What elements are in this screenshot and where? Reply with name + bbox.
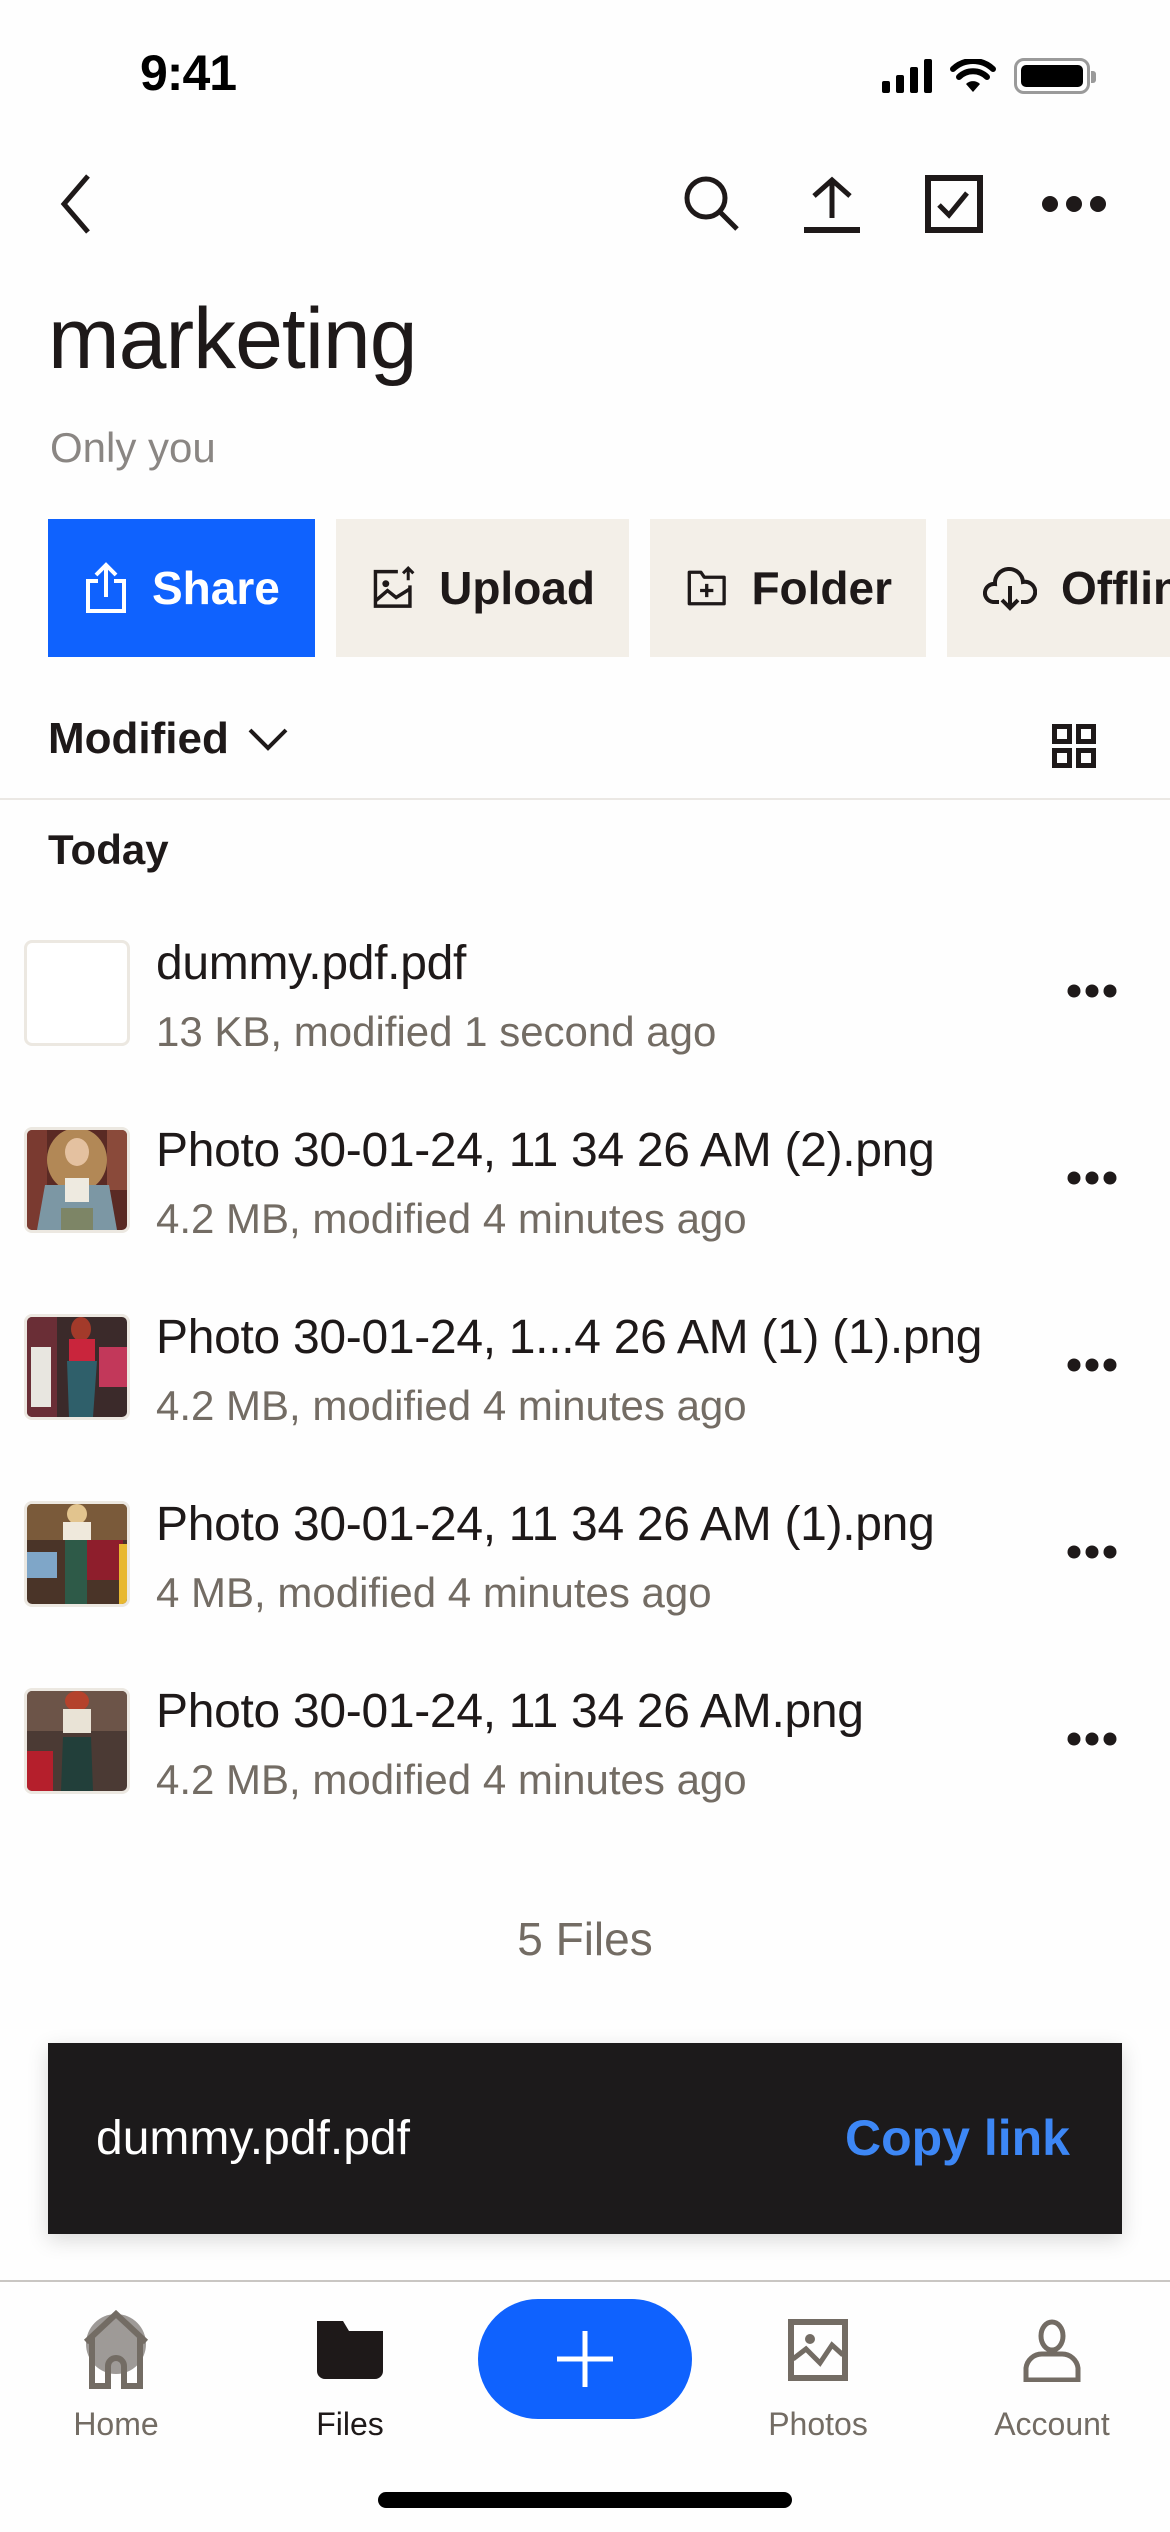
- copy-link-button[interactable]: Copy link: [845, 2109, 1070, 2167]
- photo-thumbnail: [24, 1127, 130, 1233]
- file-name: Photo 30-01-24, 11 34 26 AM (2).png: [156, 1124, 935, 1177]
- home-icon: [83, 2310, 149, 2389]
- account-icon: [1023, 2319, 1081, 2382]
- sharing-status: Only you: [50, 424, 216, 471]
- folder-title: marketing: [48, 291, 418, 387]
- file-meta: 4.2 MB, modified 4 minutes ago: [156, 1195, 747, 1242]
- image-upload-icon: [373, 566, 415, 608]
- header-toolbar: [0, 160, 1170, 250]
- status-bar: 9:41: [0, 0, 1170, 150]
- share-button[interactable]: Share: [48, 519, 315, 657]
- tab-label: Photos: [768, 2406, 868, 2442]
- photo-thumbnail: [24, 1501, 130, 1607]
- tab-account[interactable]: Account: [952, 2282, 1152, 2482]
- more-horizontal-icon: [1067, 1358, 1117, 1372]
- file-row[interactable]: Photo 30-01-24, 1...4 26 AM (1) (1).png …: [0, 1294, 1170, 1481]
- wifi-icon: [950, 59, 996, 92]
- photo-icon: [788, 2319, 848, 2381]
- checkbox-icon: [925, 175, 983, 233]
- grid-view-icon: [1052, 724, 1096, 768]
- status-icons: [882, 58, 1096, 94]
- file-more-button[interactable]: [1050, 1330, 1134, 1400]
- more-horizontal-icon: [1067, 1732, 1117, 1746]
- more-options-button[interactable]: [1034, 164, 1114, 244]
- tab-label: Home: [73, 2406, 159, 2442]
- file-list: dummy.pdf.pdf 13 KB, modified 1 second a…: [0, 920, 1170, 1855]
- share-icon: [86, 562, 126, 613]
- tab-label: Files: [316, 2406, 384, 2442]
- tab-files[interactable]: Files: [250, 2282, 450, 2482]
- file-count: 5 Files: [517, 1913, 653, 1965]
- file-more-button[interactable]: [1050, 1517, 1134, 1587]
- tab-photos[interactable]: Photos: [718, 2282, 918, 2482]
- chevron-down-icon: [248, 728, 288, 751]
- plus-icon: [557, 2331, 613, 2387]
- section-header-today: Today: [48, 826, 169, 873]
- file-row[interactable]: dummy.pdf.pdf 13 KB, modified 1 second a…: [0, 920, 1170, 1107]
- file-more-button[interactable]: [1050, 1704, 1134, 1774]
- more-horizontal-icon: [1067, 1545, 1117, 1559]
- tab-label: Account: [994, 2406, 1110, 2442]
- file-name: Photo 30-01-24, 1...4 26 AM (1) (1).png: [156, 1311, 983, 1364]
- snackbar-message: dummy.pdf.pdf: [96, 2112, 410, 2165]
- file-name: Photo 30-01-24, 11 34 26 AM (1).png: [156, 1498, 935, 1551]
- file-more-button[interactable]: [1050, 956, 1134, 1026]
- offline-button[interactable]: Offline: [947, 519, 1170, 657]
- file-more-button[interactable]: [1050, 1143, 1134, 1213]
- upload-label: Upload: [439, 562, 595, 614]
- search-icon: [684, 176, 739, 231]
- offline-label: Offline: [1061, 562, 1170, 614]
- photo-thumbnail: [24, 1314, 130, 1420]
- sort-dropdown[interactable]: Modified: [48, 714, 289, 764]
- folder-label: Folder: [751, 562, 892, 614]
- file-name: Photo 30-01-24, 11 34 26 AM.png: [156, 1685, 864, 1738]
- file-meta: 4.2 MB, modified 4 minutes ago: [156, 1756, 747, 1803]
- more-horizontal-icon: [1042, 196, 1106, 212]
- photo-thumbnail: [24, 1688, 130, 1794]
- chevron-left-icon: [60, 174, 90, 234]
- upload-photo-button[interactable]: Upload: [336, 519, 629, 657]
- home-indicator: [378, 2492, 792, 2508]
- cellular-signal-icon: [882, 59, 932, 93]
- file-name: dummy.pdf.pdf: [156, 937, 467, 990]
- sort-bar: Modified: [0, 700, 1170, 800]
- more-horizontal-icon: [1067, 984, 1117, 998]
- share-label: Share: [152, 562, 280, 614]
- upload-icon: [804, 176, 860, 233]
- folder-icon: [317, 2321, 383, 2379]
- battery-icon: [1014, 58, 1096, 94]
- cloud-download-icon: [983, 566, 1037, 611]
- file-row[interactable]: Photo 30-01-24, 11 34 26 AM (1).png 4 MB…: [0, 1481, 1170, 1668]
- status-time: 9:41: [140, 45, 237, 101]
- back-button[interactable]: [36, 164, 116, 244]
- action-buttons: Share Upload Folder Offline: [48, 519, 1170, 657]
- file-meta: 4.2 MB, modified 4 minutes ago: [156, 1382, 747, 1429]
- file-row[interactable]: Photo 30-01-24, 11 34 26 AM (2).png 4.2 …: [0, 1107, 1170, 1294]
- select-button[interactable]: [914, 164, 994, 244]
- file-meta: 13 KB, modified 1 second ago: [156, 1008, 717, 1055]
- folder-plus-icon: [687, 570, 726, 606]
- sort-label: Modified: [48, 714, 229, 763]
- create-fab-button[interactable]: [478, 2299, 692, 2419]
- file-row[interactable]: Photo 30-01-24, 11 34 26 AM.png 4.2 MB, …: [0, 1668, 1170, 1855]
- grid-view-toggle[interactable]: [1040, 712, 1110, 782]
- more-horizontal-icon: [1067, 1171, 1117, 1185]
- file-thumbnail: [24, 940, 130, 1046]
- tab-home[interactable]: Home: [16, 2282, 216, 2482]
- snackbar: dummy.pdf.pdf Copy link: [48, 2043, 1122, 2234]
- upload-button[interactable]: [792, 164, 872, 244]
- file-meta: 4 MB, modified 4 minutes ago: [156, 1569, 712, 1616]
- search-button[interactable]: [672, 164, 752, 244]
- create-folder-button[interactable]: Folder: [650, 519, 926, 657]
